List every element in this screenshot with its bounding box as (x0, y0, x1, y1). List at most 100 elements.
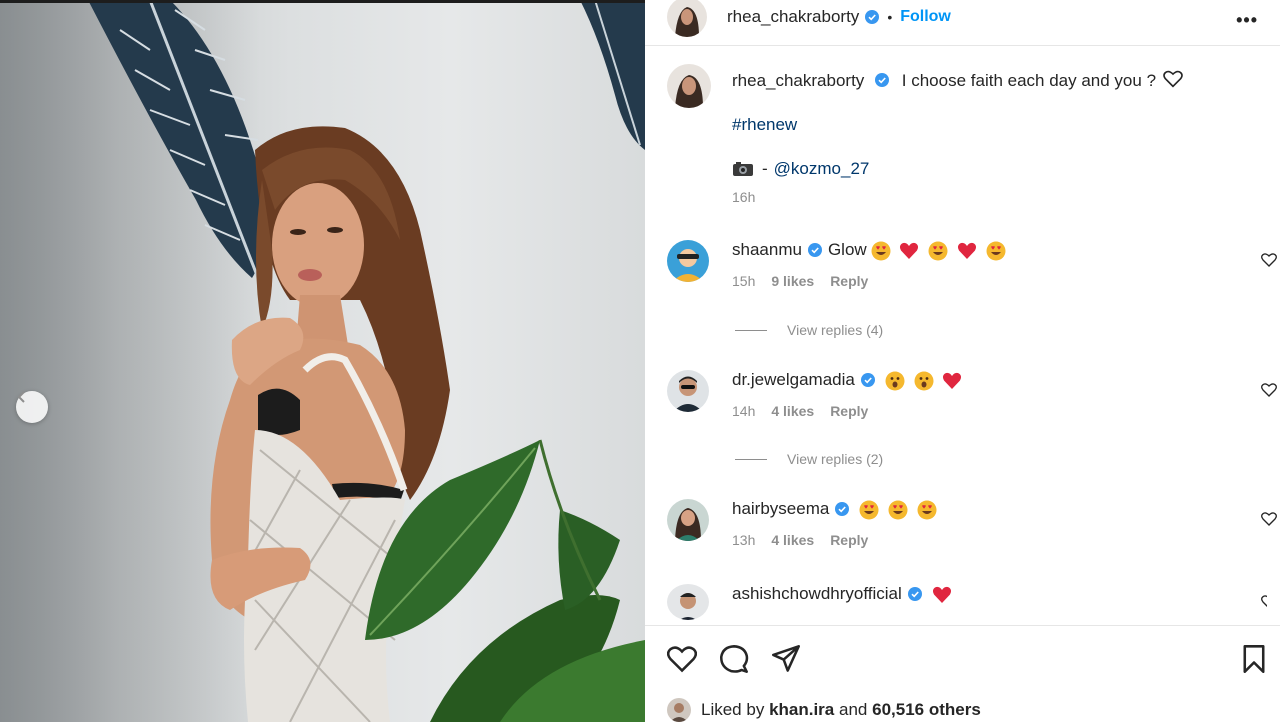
photo-illustration (88, 0, 645, 722)
comment-emojis (881, 370, 962, 391)
like-comment-heart-icon[interactable] (1261, 594, 1267, 610)
comment-line: shaanmu Glow (732, 240, 1006, 261)
caption-hashtag[interactable]: #rhenew (732, 115, 1252, 135)
post-action-bar (645, 625, 1280, 685)
comment-likes[interactable]: 4 likes (771, 532, 814, 548)
comment-line: ashishchowdhryofficial (732, 584, 952, 605)
heart-icon[interactable] (667, 644, 697, 674)
heart-eyes-emoji (917, 500, 937, 520)
commenter-username[interactable]: ashishchowdhryofficial (732, 584, 902, 604)
comment-likes[interactable]: 9 likes (771, 273, 814, 289)
comment-line: hairbyseema (732, 499, 937, 520)
caption-line: rhea_chakraborty I choose faith each day… (732, 70, 1252, 91)
verified-badge-icon (907, 587, 922, 602)
like-comment-heart-icon[interactable] (1261, 382, 1277, 398)
liked-by-user[interactable]: khan.ira (769, 700, 834, 720)
verified-badge-icon (875, 73, 890, 87)
astonished-emoji (885, 371, 905, 391)
commenter-avatar[interactable] (667, 499, 709, 541)
liked-by-prefix: Liked by (701, 700, 765, 719)
comment-body: shaanmu Glow 15h 9 likes Reply (732, 240, 1006, 289)
red-heart-emoji (957, 242, 976, 259)
comment-line: dr.jewelgamadia (732, 370, 962, 391)
comment-meta: 13h 4 likes Reply (732, 532, 937, 548)
comment-reply-button[interactable]: Reply (830, 532, 868, 548)
commenter-username[interactable]: hairbyseema (732, 499, 829, 519)
view-replies-line (735, 329, 767, 331)
caption-credit: - @kozmo_27 (732, 159, 1252, 179)
comment-time: 13h (732, 531, 756, 548)
camera-emoji (733, 162, 753, 176)
comment-item: dr.jewelgamadia 14h 4 likes Reply (667, 370, 1277, 422)
comment-time: 15h (732, 272, 756, 289)
comment-body: dr.jewelgamadia 14h 4 likes Reply (732, 370, 962, 419)
credit-dash: - (762, 159, 768, 178)
comment-emojis (867, 240, 1006, 261)
astonished-emoji (914, 371, 934, 391)
palm-leaf-left (88, 0, 265, 279)
caption-body: rhea_chakraborty I choose faith each day… (732, 70, 1252, 205)
view-replies-label: View replies (4) (787, 322, 884, 338)
heart-eyes-emoji (871, 241, 891, 261)
comment-emojis (855, 499, 937, 520)
comment-emojis (928, 584, 952, 605)
comment-meta: 15h 9 likes Reply (732, 273, 1006, 289)
comment-icon[interactable] (719, 644, 749, 674)
heart-eyes-emoji (859, 500, 879, 520)
caption-time: 16h (732, 189, 756, 205)
red-heart-emoji (932, 586, 951, 603)
verified-badge-icon (835, 502, 850, 517)
caption-avatar[interactable] (667, 64, 711, 108)
view-replies-button[interactable]: View replies (2) (735, 451, 883, 467)
follow-button[interactable]: Follow (900, 8, 951, 26)
like-comment-heart-icon[interactable] (1261, 252, 1277, 268)
author-username[interactable]: rhea_chakraborty (727, 7, 859, 27)
comment-likes[interactable]: 4 likes (771, 403, 814, 419)
commenter-avatar[interactable] (667, 240, 709, 282)
palm-leaf-right (580, 0, 645, 150)
comment-text: Glow (827, 240, 867, 260)
comment-reply-button[interactable]: Reply (830, 403, 868, 419)
view-replies-button[interactable]: View replies (4) (735, 322, 883, 338)
carousel-prev-button[interactable] (16, 391, 48, 423)
comment-item: hairbyseema 13h 4 likes Reply (667, 499, 1277, 551)
red-heart-emoji (900, 242, 919, 259)
caption-text: I choose faith each day and you ? (901, 71, 1157, 90)
post-header: rhea_chakraborty • Follow ••• (645, 0, 1280, 46)
liked-by-others[interactable]: 60,516 others (872, 700, 981, 720)
red-heart-emoji (943, 372, 962, 389)
comment-body: hairbyseema 13h 4 likes Reply (732, 499, 937, 548)
verified-badge-icon (807, 243, 822, 258)
commenter-avatar[interactable] (667, 584, 709, 620)
author-avatar[interactable] (667, 0, 707, 37)
credit-mention[interactable]: @kozmo_27 (774, 159, 870, 179)
heart-eyes-emoji (986, 241, 1006, 261)
view-replies-label: View replies (2) (787, 451, 884, 467)
comment-body: ashishchowdhryofficial (732, 584, 952, 605)
commenter-username[interactable]: shaanmu (732, 240, 802, 260)
white-heart-emoji (1162, 70, 1183, 88)
photo-top-edge (0, 0, 645, 3)
chevron-left-icon (17, 391, 25, 403)
verified-badge-icon (865, 9, 880, 24)
heart-eyes-emoji (888, 500, 908, 520)
like-comment-heart-icon[interactable] (1261, 511, 1277, 527)
comment-item: ashishchowdhryofficial (667, 584, 1267, 624)
caption-username[interactable]: rhea_chakraborty (732, 71, 864, 90)
heart-eyes-emoji (928, 241, 948, 261)
more-options-icon[interactable]: ••• (1236, 10, 1258, 31)
share-icon[interactable] (771, 644, 801, 674)
commenter-avatar[interactable] (667, 370, 709, 412)
liker-avatar[interactable] (667, 698, 691, 722)
view-replies-line (735, 458, 767, 460)
bookmark-icon[interactable] (1239, 644, 1269, 674)
liked-by: Liked by khan.ira and 60,516 others (667, 698, 981, 722)
comment-time: 14h (732, 402, 756, 419)
comment-item: shaanmu Glow 15h 9 likes Reply (667, 240, 1277, 292)
liked-by-conj: and (839, 700, 868, 719)
header-separator: • (887, 8, 893, 25)
comment-reply-button[interactable]: Reply (830, 273, 868, 289)
commenter-username[interactable]: dr.jewelgamadia (732, 370, 855, 390)
comment-meta: 14h 4 likes Reply (732, 403, 962, 419)
post-side-panel: rhea_chakraborty • Follow ••• rhea_chakr… (645, 0, 1280, 722)
